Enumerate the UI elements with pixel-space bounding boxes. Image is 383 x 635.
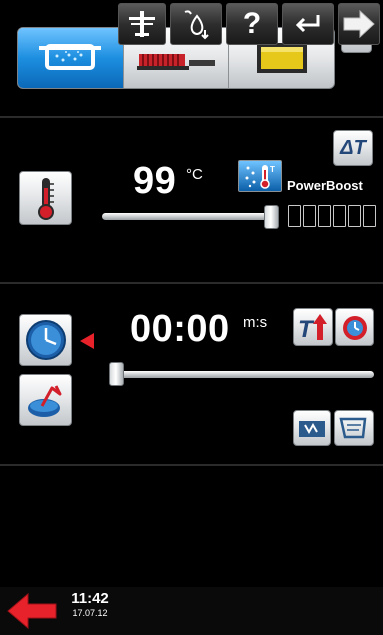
timer-unit: m:s bbox=[243, 314, 268, 331]
temperature-slider-handle[interactable] bbox=[264, 205, 279, 229]
basket-lower-icon bbox=[299, 421, 325, 437]
thermometer-icon bbox=[37, 178, 54, 220]
powerboost-cell bbox=[318, 205, 331, 227]
temperature-button[interactable] bbox=[19, 171, 72, 225]
active-indicator-arrow-icon bbox=[80, 333, 94, 349]
temp-priority-button[interactable]: T bbox=[293, 308, 333, 346]
temperature-slider-track[interactable] bbox=[102, 213, 270, 220]
question-mark-icon: ? bbox=[242, 7, 262, 40]
help-button[interactable]: ? bbox=[226, 3, 278, 45]
clock-time: 11:42 bbox=[71, 590, 109, 607]
steam-mode-tab[interactable] bbox=[18, 28, 124, 88]
undo-button[interactable] bbox=[282, 3, 334, 45]
timer-slider-handle[interactable] bbox=[109, 362, 124, 386]
basket-lift-button[interactable] bbox=[334, 410, 374, 446]
temperature-value: 99 bbox=[133, 160, 177, 202]
timer-start-button[interactable] bbox=[335, 308, 374, 346]
probe-icon bbox=[129, 11, 155, 37]
powerboost-icon[interactable]: T bbox=[238, 160, 282, 192]
clock-icon bbox=[25, 320, 66, 360]
clock-date: 17.07.12 bbox=[72, 608, 108, 618]
core-probe-button[interactable] bbox=[118, 3, 166, 45]
basket-lift-icon bbox=[339, 417, 367, 439]
powerboost-label: PowerBoost bbox=[287, 178, 363, 193]
delta-t-button[interactable]: ΔT bbox=[333, 130, 373, 166]
stopwatch-icon bbox=[342, 316, 367, 340]
arrow-right-icon bbox=[343, 9, 375, 39]
powerboost-cell bbox=[288, 205, 301, 227]
back-arrow-icon[interactable] bbox=[6, 592, 58, 630]
powerboost-cell bbox=[333, 205, 346, 227]
timer-button[interactable] bbox=[19, 314, 72, 366]
water-button[interactable] bbox=[170, 3, 222, 45]
core-probe-icon bbox=[27, 385, 61, 417]
powerboost-thermo-icon: T bbox=[245, 165, 275, 189]
section-divider bbox=[0, 116, 383, 118]
powerboost-cell bbox=[303, 205, 316, 227]
timer-slider-track[interactable] bbox=[112, 371, 374, 378]
powerboost-cell bbox=[348, 205, 361, 227]
grill-pan-icon bbox=[137, 54, 215, 70]
undo-arrow-icon bbox=[295, 15, 320, 33]
steam-pot-icon bbox=[39, 44, 102, 70]
temperature-up-icon: T bbox=[298, 314, 327, 342]
timer-value: 00:00 bbox=[130, 308, 230, 350]
powerboost-level-indicator[interactable] bbox=[288, 205, 376, 227]
svg-text:T: T bbox=[298, 316, 315, 342]
status-clock: 11:42 17.07.12 bbox=[62, 591, 118, 619]
delta-t-label: ΔT bbox=[340, 136, 366, 159]
powerboost-cell bbox=[363, 205, 376, 227]
section-divider bbox=[0, 464, 383, 466]
section-divider bbox=[0, 282, 383, 284]
core-temp-button[interactable] bbox=[19, 374, 72, 426]
water-drop-icon bbox=[184, 10, 209, 40]
next-button[interactable] bbox=[338, 3, 380, 45]
temperature-unit: °C bbox=[186, 166, 203, 183]
svg-text:T: T bbox=[270, 165, 275, 174]
basket-lower-button[interactable] bbox=[293, 410, 331, 446]
